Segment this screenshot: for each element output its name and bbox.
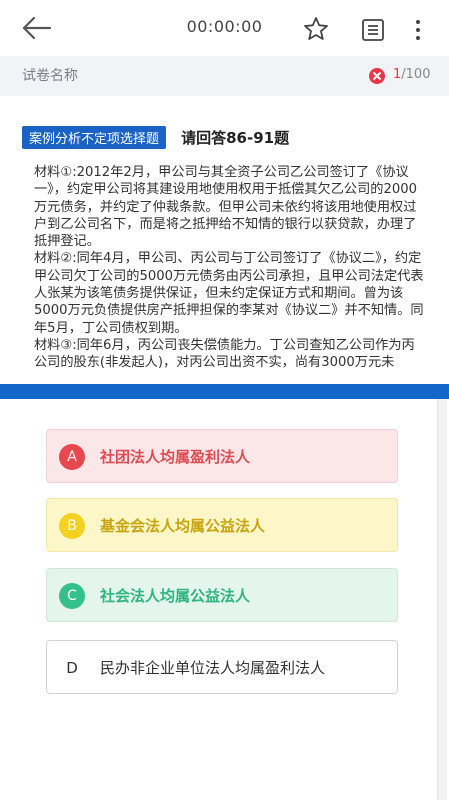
progress-total: /100 — [401, 67, 431, 82]
option-c-letter: C — [59, 583, 85, 609]
option-d[interactable]: D 民办非企业单位法人均属盈利法人 — [46, 640, 398, 694]
top-bar: 00:00:00 — [0, 0, 449, 56]
case-material[interactable]: 材料①:2012年2月，甲公司与其全资子公司乙公司签订了《协议一》，约定甲公司将… — [34, 164, 424, 374]
option-d-text: 民办非企业单位法人均属盈利法人 — [100, 659, 326, 677]
material-paragraph-3: 材料③:同年6月，丙公司丧失偿债能力。丁公司查知乙公司作为丙公司的股东(非发起人… — [34, 337, 415, 371]
scrollbar[interactable] — [437, 399, 447, 800]
material-paragraph-1: 材料①:2012年2月，甲公司与其全资子公司乙公司签订了《协议一》，约定甲公司将… — [34, 165, 418, 250]
option-b[interactable]: B 基金会法人均属公益法人 — [46, 498, 398, 552]
paper-name: 试卷名称 — [22, 68, 78, 84]
option-a[interactable]: A 社团法人均属盈利法人 — [46, 429, 398, 483]
option-c-text: 社会法人均属公益法人 — [100, 587, 251, 605]
more-vertical-icon[interactable] — [410, 18, 426, 42]
answer-sheet-icon[interactable] — [361, 18, 385, 42]
star-icon[interactable] — [303, 16, 329, 42]
option-c[interactable]: C 社会法人均属公益法人 — [46, 568, 398, 622]
option-a-letter: A — [59, 444, 85, 470]
material-paragraph-2: 材料②:同年4月，甲公司、丙公司与丁公司签订了《协议二》，约定甲公司欠丁公司的5… — [34, 251, 424, 336]
split-drag-handle[interactable] — [0, 384, 449, 399]
question-progress: 1/100 — [393, 67, 430, 82]
wrong-icon — [369, 68, 385, 84]
option-b-text: 基金会法人均属公益法人 — [100, 517, 266, 535]
question-header: 案例分析不定项选择题 请回答86-91题 — [22, 126, 289, 150]
option-b-letter: B — [59, 513, 85, 539]
option-d-letter: D — [66, 659, 78, 677]
question-range: 请回答86-91题 — [181, 129, 290, 147]
paper-info-bar: 试卷名称 1/100 — [0, 56, 449, 96]
question-type-badge: 案例分析不定项选择题 — [22, 126, 167, 149]
option-a-text: 社团法人均属盈利法人 — [100, 448, 251, 466]
